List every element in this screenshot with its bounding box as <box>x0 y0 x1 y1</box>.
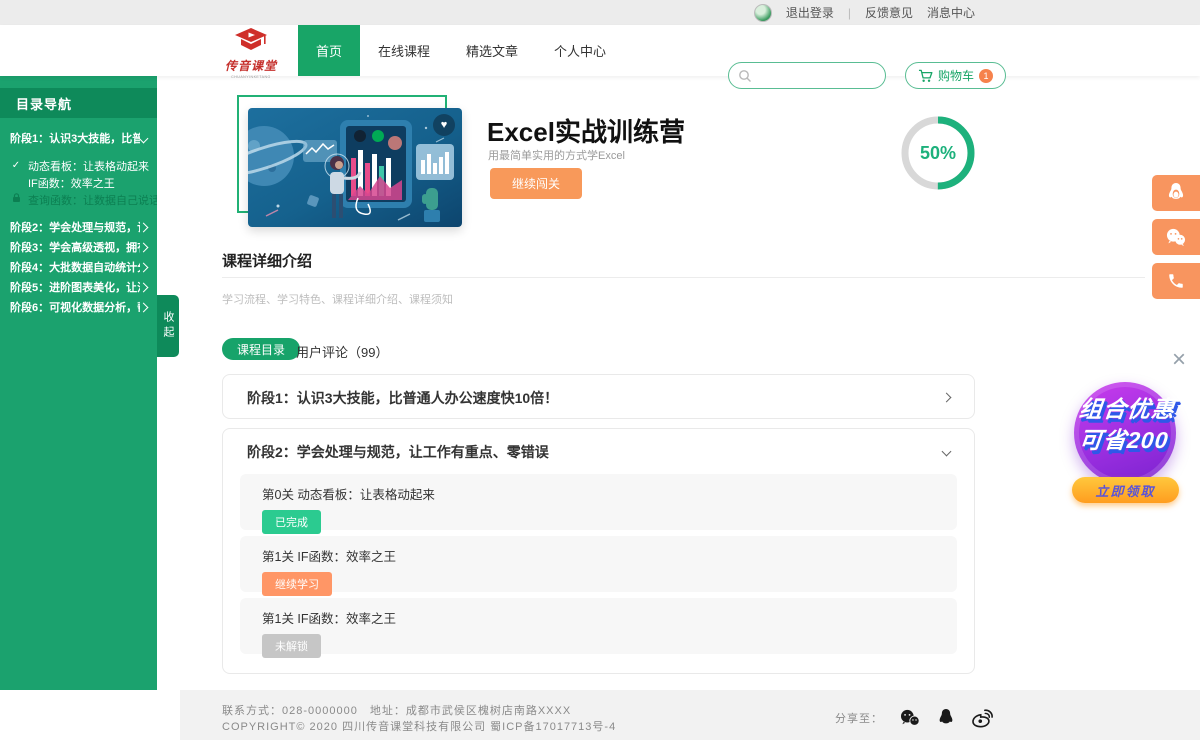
course-cover-illustration <box>248 108 462 227</box>
logout-link[interactable]: 退出登录 <box>786 4 834 21</box>
detail-blurb: 学习流程、学习特色、课程详细介绍、课程须知 <box>222 291 453 307</box>
promo-close-icon[interactable]: × <box>1172 348 1186 372</box>
chevron-right-icon <box>139 262 149 272</box>
progress-ring: 50% <box>898 113 978 193</box>
stage2-card: 阶段2：学会处理与规范，让工作有重点、零错误 第0关 动态看板：让表格动起来 已… <box>222 428 975 674</box>
top-utility-bar: 退出登录 | 反馈意见 消息中心 <box>0 0 1200 25</box>
page-footer: 联系方式：028-0000000 地址：成都市武侯区槐树店南路XXXX COPY… <box>180 690 1200 740</box>
wechat-icon <box>1165 228 1187 247</box>
share-weibo-icon[interactable] <box>971 708 995 728</box>
chevron-right-icon <box>139 282 149 292</box>
phone-icon <box>1167 272 1185 290</box>
sidebar-item-stage2[interactable]: 阶段2：学会处理与规范，让工作... <box>0 217 157 237</box>
progress-percent: 50% <box>898 113 978 193</box>
nav-item-profile[interactable]: 个人中心 <box>536 25 624 76</box>
cart-icon <box>918 69 933 83</box>
logo-subtitle: CHUANYINKETANG <box>225 74 277 79</box>
course-cover-image[interactable] <box>248 108 462 227</box>
feedback-link[interactable]: 反馈意见 <box>865 4 913 21</box>
site-logo[interactable]: 传音课堂 CHUANYINKETANG <box>222 28 280 79</box>
qq-contact-button[interactable] <box>1152 175 1200 211</box>
sidebar-item-stage6[interactable]: 阶段6：可视化数据分析，帮老板... <box>0 297 157 317</box>
divider <box>222 277 1145 278</box>
footer-copyright: COPYRIGHT© 2020 四川传音课堂科技有限公司 蜀ICP备170177… <box>222 718 616 734</box>
status-badge-locked: 未解锁 <box>262 634 321 658</box>
tab-course-catalog[interactable]: 课程目录 <box>222 338 300 360</box>
qq-icon <box>1166 182 1186 204</box>
course-subtitle: 用最简单实用的方式学Excel <box>488 147 625 163</box>
chevron-right-icon <box>139 242 149 252</box>
share-bar: 分享至： <box>835 708 995 728</box>
lock-icon <box>10 193 22 206</box>
stage1-card: 阶段1：认识3大技能，比普通人办公速度快10倍！ <box>222 374 975 419</box>
share-wechat-icon[interactable] <box>899 709 921 727</box>
status-badge-continue[interactable]: 继续学习 <box>262 572 332 596</box>
lesson-row-if-locked[interactable]: 第1关 IF函数：效率之王 未解锁 <box>240 598 957 654</box>
course-detail-page: 退出登录 | 反馈意见 消息中心 传音课堂 CHUANYINKETANG 首页 … <box>0 0 1200 747</box>
topbar-divider: | <box>848 6 851 20</box>
main-navbar: 传音课堂 CHUANYINKETANG 首页 在线课程 精选文章 个人中心 搜索… <box>0 25 1200 76</box>
logo-cap-icon <box>234 28 268 52</box>
logo-title: 传音课堂 <box>222 57 280 74</box>
chevron-down-icon <box>139 133 149 143</box>
chevron-down-icon <box>942 447 952 457</box>
footer-contact: 联系方式：028-0000000 地址：成都市武侯区槐树店南路XXXX <box>222 702 571 718</box>
catalog-sidebar: 目录导航 阶段1：认识3大技能，比普通人... ✓ 动态看板：让表格动起来 IF… <box>0 76 157 690</box>
sidebar-lesson-if[interactable]: IF函数：效率之王 <box>0 174 157 191</box>
promo-claim-button[interactable]: 立即领取 <box>1072 477 1179 503</box>
chevron-right-icon <box>942 393 952 403</box>
sidebar-item-stage5[interactable]: 阶段5：进阶图表美化，让汇报一... <box>0 277 157 297</box>
sidebar-item-stage4[interactable]: 阶段4：大批数据自动统计分析，... <box>0 257 157 277</box>
continue-button[interactable]: 继续闯关 <box>490 168 582 199</box>
sidebar-lesson-dashboard[interactable]: ✓ 动态看板：让表格动起来 <box>0 157 157 174</box>
search-icon <box>738 69 752 83</box>
course-title: Excel实战训练营 <box>487 112 685 149</box>
tab-user-comments[interactable]: 用户评论（99） <box>296 342 388 361</box>
nav-item-home[interactable]: 首页 <box>298 25 360 76</box>
nav-item-courses[interactable]: 在线课程 <box>360 25 448 76</box>
promo-badge-circle[interactable] <box>1074 382 1176 484</box>
phone-contact-button[interactable] <box>1152 263 1200 299</box>
search-bar: 搜索 <box>728 62 886 89</box>
check-icon: ✓ <box>10 160 22 171</box>
share-label: 分享至： <box>835 710 883 726</box>
user-avatar[interactable] <box>754 4 772 22</box>
sidebar-lesson-lookup-locked[interactable]: 查询函数：让数据自己说话 <box>0 191 157 208</box>
nav-menu: 首页 在线课程 精选文章 个人中心 <box>298 25 624 76</box>
nav-item-articles[interactable]: 精选文章 <box>448 25 536 76</box>
chevron-right-icon <box>139 302 149 312</box>
cart-count-badge: 1 <box>979 69 993 83</box>
sidebar-item-stage3[interactable]: 阶段3：学会高级透视，拥有同时... <box>0 237 157 257</box>
lesson-row-dashboard[interactable]: 第0关 动态看板：让表格动起来 已完成 <box>240 474 957 530</box>
stage1-header[interactable]: 阶段1：认识3大技能，比普通人办公速度快10倍！ <box>223 375 974 420</box>
messages-link[interactable]: 消息中心 <box>927 4 975 21</box>
search-input[interactable] <box>729 63 886 88</box>
favorite-heart-icon[interactable]: ♥ <box>433 114 455 136</box>
cart-button[interactable]: 购物车 1 <box>905 62 1006 89</box>
sidebar-list: 阶段1：认识3大技能，比普通人... ✓ 动态看板：让表格动起来 IF函数：效率… <box>0 118 157 317</box>
share-qq-icon[interactable] <box>937 708 955 728</box>
status-badge-done: 已完成 <box>262 510 321 534</box>
sidebar-collapse-tab[interactable]: 收起 <box>157 295 179 357</box>
sidebar-item-stage1[interactable]: 阶段1：认识3大技能，比普通人... <box>0 128 157 148</box>
wechat-contact-button[interactable] <box>1152 219 1200 255</box>
cart-label: 购物车 <box>938 67 974 84</box>
stage2-header[interactable]: 阶段2：学会处理与规范，让工作有重点、零错误 <box>223 429 974 474</box>
chevron-right-icon <box>139 222 149 232</box>
lesson-row-if-continue[interactable]: 第1关 IF函数：效率之王 继续学习 <box>240 536 957 592</box>
detail-heading: 课程详细介绍 <box>222 250 312 271</box>
sidebar-title: 目录导航 <box>0 88 157 118</box>
